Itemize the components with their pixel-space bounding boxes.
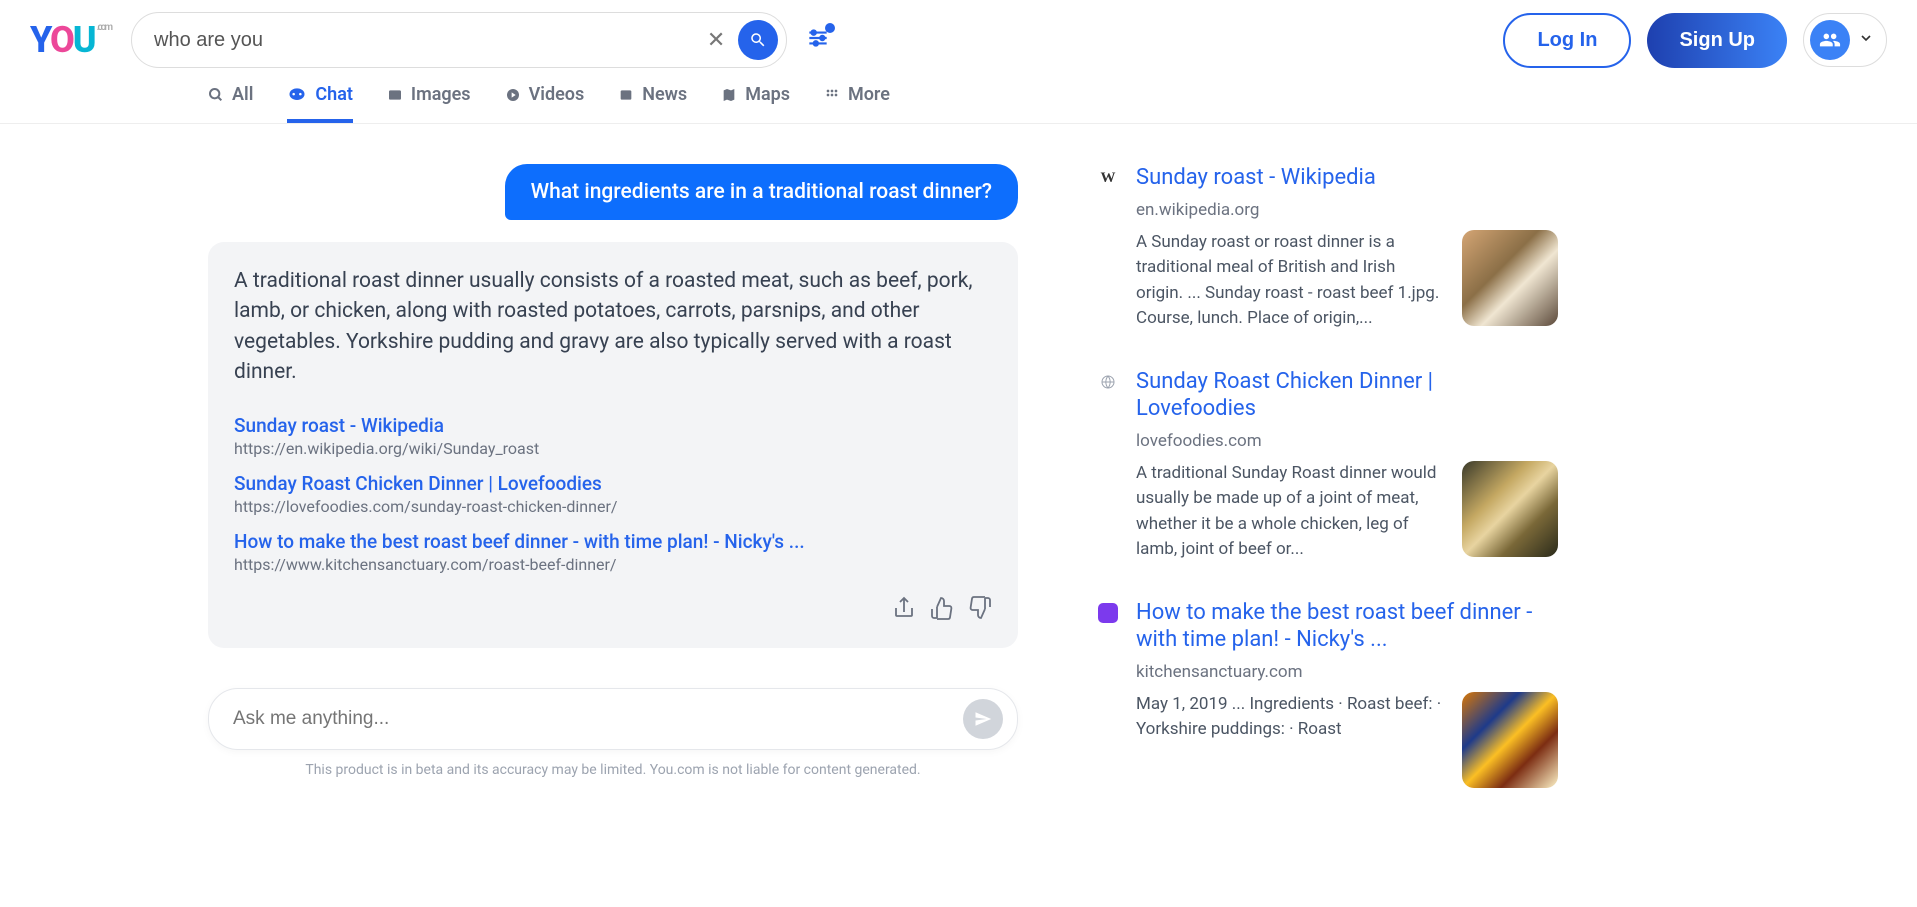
grid-icon [824, 87, 840, 103]
source-item: Sunday Roast Chicken Dinner | Lovefoodie… [234, 472, 992, 516]
search-small-icon [208, 87, 224, 103]
tab-label: Chat [315, 84, 353, 105]
tab-label: Videos [529, 84, 585, 105]
tab-all[interactable]: All [208, 84, 253, 123]
bot-text: A traditional roast dinner usually consi… [234, 266, 992, 388]
result-thumbnail[interactable] [1462, 230, 1558, 326]
tab-label: Maps [745, 84, 790, 105]
chat-icon [287, 85, 307, 105]
result-link[interactable]: Sunday Roast Chicken Dinner | Lovefoodie… [1136, 368, 1558, 423]
result-thumbnail[interactable] [1462, 692, 1558, 788]
result-link[interactable]: Sunday roast - Wikipedia [1136, 164, 1558, 192]
result-link[interactable]: How to make the best roast beef dinner -… [1136, 599, 1558, 654]
source-link[interactable]: Sunday roast - Wikipedia [234, 414, 992, 437]
tab-videos[interactable]: Videos [505, 84, 585, 123]
source-item: How to make the best roast beef dinner -… [234, 530, 992, 574]
result-domain: kitchensanctuary.com [1136, 662, 1558, 682]
search-box: ✕ [131, 12, 787, 68]
source-link[interactable]: How to make the best roast beef dinner -… [234, 530, 992, 553]
tab-maps[interactable]: Maps [721, 84, 790, 123]
disclaimer: This product is in beta and its accuracy… [208, 762, 1018, 778]
source-url: https://lovefoodies.com/sunday-roast-chi… [234, 497, 992, 516]
result-snippet: A Sunday roast or roast dinner is a trad… [1136, 230, 1446, 332]
search-button[interactable] [738, 20, 778, 60]
search-result: How to make the best roast beef dinner -… [1098, 599, 1558, 788]
search-result: Sunday Roast Chicken Dinner | Lovefoodie… [1098, 368, 1558, 563]
people-icon [1810, 20, 1850, 60]
result-domain: en.wikipedia.org [1136, 200, 1558, 220]
thumbs-down-icon[interactable] [968, 596, 992, 624]
logo[interactable]: YOU.com [30, 19, 111, 61]
search-input[interactable] [154, 29, 702, 52]
tab-more[interactable]: More [824, 84, 890, 123]
clear-icon[interactable]: ✕ [702, 26, 730, 54]
source-link[interactable]: Sunday Roast Chicken Dinner | Lovefoodie… [234, 472, 992, 495]
result-domain: lovefoodies.com [1136, 431, 1558, 451]
video-icon [505, 87, 521, 103]
tab-label: More [848, 84, 890, 105]
image-icon [387, 87, 403, 103]
map-icon [721, 87, 737, 103]
tab-chat[interactable]: Chat [287, 84, 353, 123]
result-snippet: May 1, 2019 ... Ingredients · Roast beef… [1136, 692, 1446, 743]
tab-images[interactable]: Images [387, 84, 471, 123]
login-button[interactable]: Log In [1503, 13, 1631, 68]
wikipedia-icon: W [1098, 168, 1118, 188]
search-result: W Sunday roast - Wikipedia en.wikipedia.… [1098, 164, 1558, 332]
filter-icon[interactable] [805, 25, 831, 55]
chevron-down-icon [1858, 30, 1874, 50]
source-url: https://en.wikipedia.org/wiki/Sunday_roa… [234, 439, 992, 458]
thumbs-up-icon[interactable] [930, 596, 954, 624]
source-url: https://www.kitchensanctuary.com/roast-b… [234, 555, 992, 574]
result-snippet: A traditional Sunday Roast dinner would … [1136, 461, 1446, 563]
profile-menu[interactable] [1803, 13, 1887, 67]
bot-message: A traditional roast dinner usually consi… [208, 242, 1018, 648]
chat-input-box [208, 688, 1018, 750]
chat-input[interactable] [233, 708, 963, 730]
send-button[interactable] [963, 699, 1003, 739]
globe-icon [1098, 372, 1118, 392]
news-icon [618, 87, 634, 103]
user-message: What ingredients are in a traditional ro… [505, 164, 1018, 220]
result-thumbnail[interactable] [1462, 461, 1558, 557]
tab-label: All [232, 84, 253, 105]
signup-button[interactable]: Sign Up [1647, 13, 1787, 68]
tab-label: News [642, 84, 687, 105]
source-item: Sunday roast - Wikipedia https://en.wiki… [234, 414, 992, 458]
share-icon[interactable] [892, 596, 916, 624]
tab-label: Images [411, 84, 471, 105]
site-icon [1098, 603, 1118, 623]
tab-news[interactable]: News [618, 84, 687, 123]
